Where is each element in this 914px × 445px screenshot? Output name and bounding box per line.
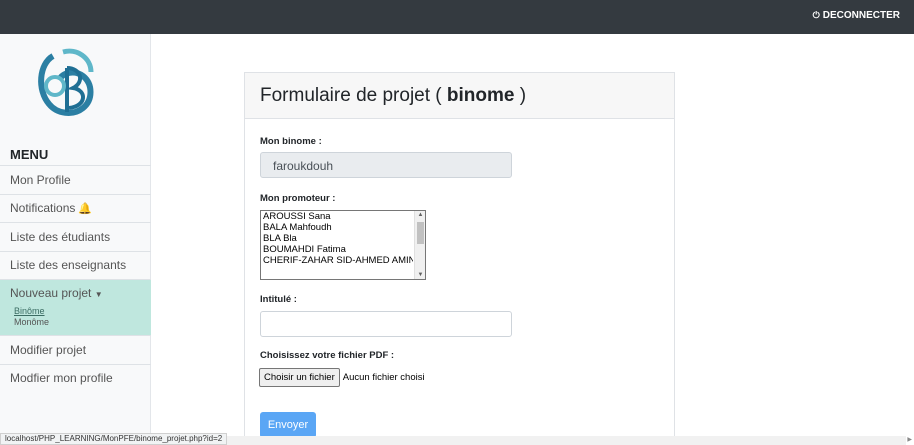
project-form-card: Formulaire de projet ( binome ) Mon bino… [244,72,675,445]
promoteur-option[interactable]: BOUMAHDI Fatima [261,244,413,255]
choose-file-button[interactable]: Choisir un fichier [259,368,340,387]
file-input: Choisir un fichier Aucun fichier choisi [259,368,425,387]
intitule-label: Intitulé : [260,294,297,305]
scroll-thumb[interactable] [417,222,424,244]
scroll-down-icon[interactable]: ▼ [416,272,425,278]
promoteur-select[interactable]: AROUSSI Sana BALA Mahfoudh BLA Bla BOUMA… [260,210,426,280]
listbox-scrollbar[interactable]: ▲ ▼ [414,211,425,279]
sidebar-item-label: Modfier mon profile [10,371,113,386]
logout-button[interactable]: ⏻ DECONNECTER [813,10,900,21]
bell-icon: 🔔 [78,202,93,215]
form-title: Formulaire de projet ( binome ) [245,73,674,119]
logout-label: DECONNECTER [822,10,900,21]
top-navbar: ⏻ DECONNECTER [0,0,914,34]
scroll-right-icon[interactable]: ▶ [907,436,912,443]
sidebar-item-notifications[interactable]: Notifications 🔔 [0,193,151,223]
subitem-binome[interactable]: Binôme [14,306,45,317]
binome-field: faroukdouh [260,152,512,178]
sidebar-item-edit-project[interactable]: Modifier projet [0,335,151,364]
sidebar-item-teachers[interactable]: Liste des enseignants [0,250,151,280]
university-logo [38,48,94,116]
file-label: Choisissez votre fichier PDF : [260,350,395,361]
title-suffix: ) [519,85,527,106]
sidebar-item-label: Nouveau projet [10,286,92,300]
sidebar-item-label: Mon Profile [10,172,71,187]
status-bar-url: localhost/PHP_LEARNING/MonPFE/binome_pro… [0,433,228,445]
title-prefix: Formulaire de projet ( [260,85,442,106]
submit-button[interactable]: Envoyer [260,412,316,438]
intitule-input[interactable] [260,311,512,337]
sidebar-item-label: Liste des étudiants [10,229,111,244]
file-status: Aucun fichier choisi [342,372,425,383]
sidebar-item-label: Liste des enseignants [10,258,127,273]
title-bold: binome [446,85,515,106]
promoteur-label: Mon promoteur : [260,193,336,204]
promoteur-option[interactable]: CHERIF-ZAHAR SID-AHMED AMINE [261,255,413,266]
menu-title: MENU [10,147,49,162]
sidebar-item-edit-profile[interactable]: Modfier mon profile [0,363,151,393]
sidebar: MENU Mon Profile Notifications 🔔 Liste d… [0,34,151,445]
sidebar-item-new-project[interactable]: Nouveau projet ▼ Binôme Monôme [0,279,151,335]
subitem-monome[interactable]: Monôme [14,317,49,328]
sidebar-item-profile[interactable]: Mon Profile [0,165,151,194]
caret-down-icon: ▼ [94,290,103,299]
sidebar-item-label: Modifier projet [10,342,87,357]
scroll-up-icon[interactable]: ▲ [416,212,425,218]
sidebar-nav: Mon Profile Notifications 🔔 Liste des ét… [0,165,151,392]
binome-label: Mon binome : [260,136,322,147]
horizontal-scrollbar[interactable] [226,436,906,445]
sidebar-item-label: Notifications [10,201,76,216]
promoteur-option[interactable]: AROUSSI Sana [261,211,413,222]
promoteur-option[interactable]: BALA Mahfoudh [261,222,413,233]
power-icon: ⏻ [812,10,820,20]
sidebar-item-students[interactable]: Liste des étudiants [0,222,151,251]
promoteur-option[interactable]: BLA Bla [261,233,413,244]
